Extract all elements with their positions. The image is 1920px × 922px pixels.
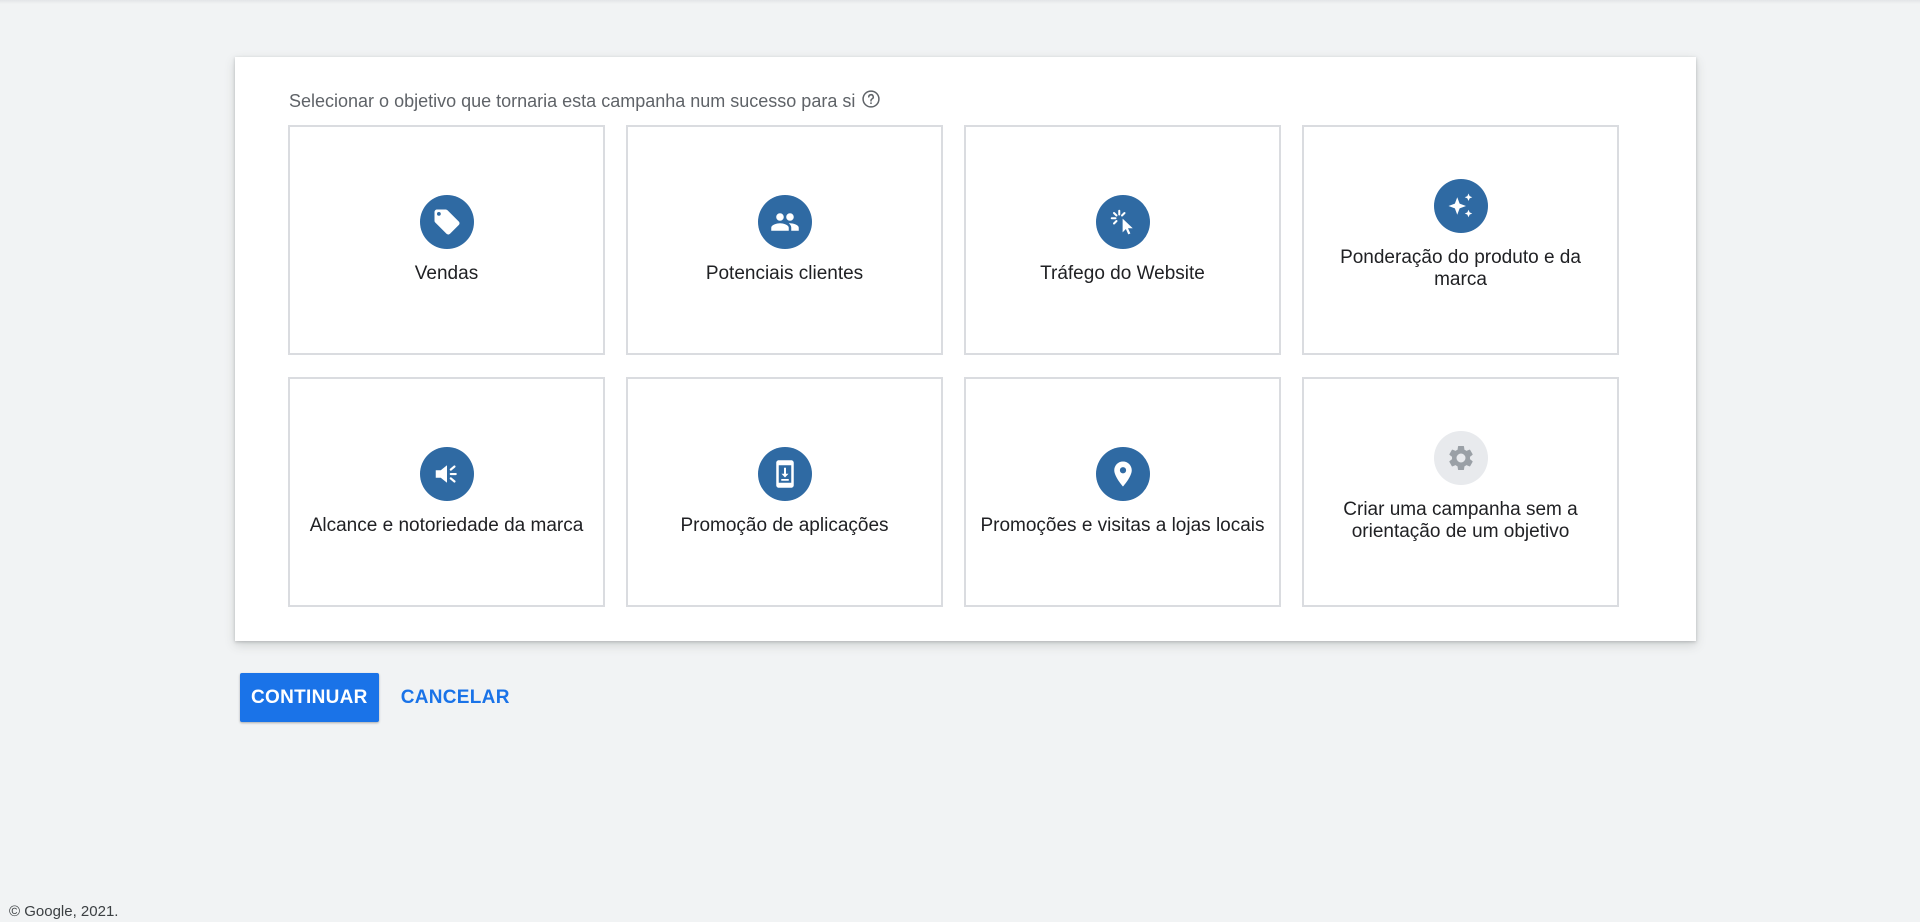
objective-tile-local-store[interactable]: Promoções e visitas a lojas locais bbox=[964, 377, 1281, 607]
objective-label: Ponderação do produto e da marca bbox=[1340, 247, 1581, 290]
continue-button[interactable]: CONTINUAR bbox=[240, 673, 379, 722]
objective-tile-brand-awareness[interactable]: Alcance e notoriedade da marca bbox=[288, 377, 605, 607]
objective-label: Alcance e notoriedade da marca bbox=[309, 515, 584, 536]
objective-tile-no-goal[interactable]: Criar uma campanha sem a orientação de u… bbox=[1302, 377, 1619, 607]
objective-label: Promoções e visitas a lojas locais bbox=[980, 515, 1265, 536]
objective-prompt: Selecionar o objetivo que tornaria esta … bbox=[289, 89, 881, 112]
app-download-icon bbox=[757, 447, 812, 501]
form-actions: CONTINUAR CANCELAR bbox=[240, 673, 521, 722]
objective-label: Promoção de aplicações bbox=[680, 515, 889, 536]
footer-copyright: © Google, 2021. bbox=[9, 903, 119, 920]
gear-icon bbox=[1433, 431, 1488, 485]
location-pin-icon bbox=[1095, 447, 1150, 501]
objective-label: Potenciais clientes bbox=[705, 263, 864, 284]
sales-tag-icon bbox=[419, 195, 474, 249]
top-bar-shadow bbox=[0, 0, 1920, 4]
objective-tile-sales[interactable]: Vendas bbox=[288, 125, 605, 355]
cancel-button[interactable]: CANCELAR bbox=[390, 673, 521, 722]
click-cursor-icon bbox=[1095, 195, 1150, 249]
objective-label: Tráfego do Website bbox=[1040, 263, 1205, 284]
objective-prompt-text: Selecionar o objetivo que tornaria esta … bbox=[289, 91, 856, 111]
people-icon bbox=[757, 195, 812, 249]
objective-grid: Vendas Potenciais clientes Tráfego do We… bbox=[288, 125, 1619, 607]
sparkle-icon bbox=[1433, 179, 1488, 233]
objective-label: Vendas bbox=[414, 263, 479, 284]
help-circle-icon[interactable] bbox=[861, 89, 881, 109]
objective-card: Selecionar o objetivo que tornaria esta … bbox=[235, 57, 1696, 641]
megaphone-icon bbox=[419, 447, 474, 501]
objective-tile-website-traffic[interactable]: Tráfego do Website bbox=[964, 125, 1281, 355]
objective-tile-product-consideration[interactable]: Ponderação do produto e da marca bbox=[1302, 125, 1619, 355]
objective-label: Criar uma campanha sem a orientação de u… bbox=[1343, 499, 1578, 542]
objective-tile-app-promotion[interactable]: Promoção de aplicações bbox=[626, 377, 943, 607]
objective-tile-leads[interactable]: Potenciais clientes bbox=[626, 125, 943, 355]
